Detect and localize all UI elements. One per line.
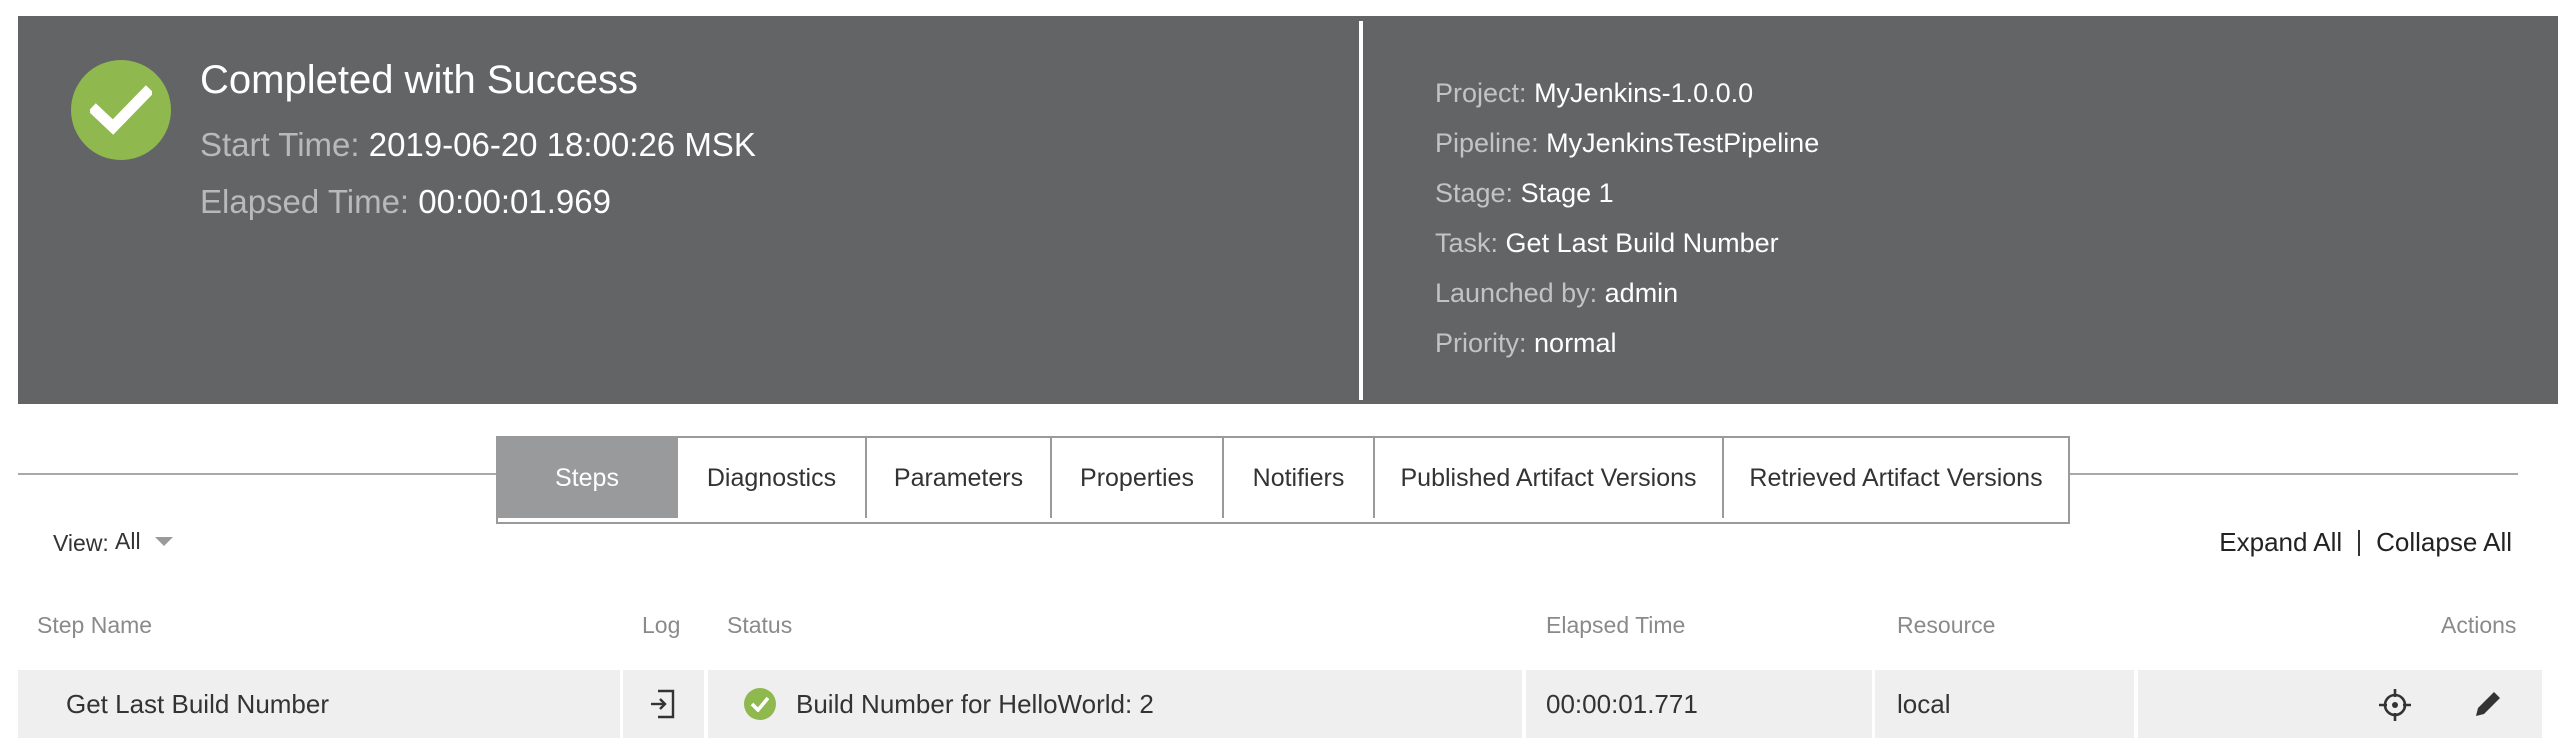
crosshair-icon[interactable] — [2378, 688, 2412, 722]
status-message: Build Number for HelloWorld: 2 — [796, 688, 1154, 719]
elapsed-time: Elapsed Time: 00:00:01.969 — [200, 183, 611, 221]
tab-published-artifact-versions[interactable]: Published Artifact Versions — [1375, 438, 1724, 518]
pipeline-label: Pipeline: — [1435, 128, 1539, 158]
tab-notifiers[interactable]: Notifiers — [1224, 438, 1375, 518]
status-cell: Build Number for HelloWorld: 2 — [708, 670, 1522, 738]
launched-by-value: admin — [1604, 278, 1679, 308]
header-status: Status — [727, 612, 793, 638]
elapsed-time-value: 00:00:01.969 — [418, 183, 611, 220]
elapsed-time-cell: 00:00:01.771 — [1526, 670, 1872, 738]
project-info: Project: MyJenkins-1.0.0.0 — [1435, 78, 1753, 109]
tab-retrieved-artifact-versions[interactable]: Retrieved Artifact Versions — [1724, 438, 2068, 518]
project-label: Project: — [1435, 78, 1527, 108]
actions-cell — [2138, 670, 2542, 738]
job-status-section: Completed with Success Start Time: 2019-… — [18, 16, 1362, 404]
collapse-all-link[interactable]: Collapse All — [2376, 527, 2512, 558]
log-file-icon[interactable] — [649, 688, 679, 720]
task-info: Task: Get Last Build Number — [1435, 228, 1779, 259]
project-value: MyJenkins-1.0.0.0 — [1534, 78, 1754, 108]
stage-value: Stage 1 — [1520, 178, 1614, 208]
pencil-icon[interactable] — [2472, 688, 2504, 720]
pipeline-info: Pipeline: MyJenkinsTestPipeline — [1435, 128, 1819, 159]
task-value: Get Last Build Number — [1505, 228, 1779, 258]
header-actions: Actions — [2441, 612, 2517, 638]
launched-by-info: Launched by: admin — [1435, 278, 1678, 309]
row-elapsed-time: 00:00:01.771 — [1546, 688, 1698, 719]
task-label: Task: — [1435, 228, 1499, 258]
priority-label: Priority: — [1435, 328, 1527, 358]
resource-cell: local — [1875, 670, 2134, 738]
launched-by-label: Launched by: — [1435, 278, 1598, 308]
tab-steps[interactable]: Steps — [498, 438, 678, 518]
table-row: Get Last Build Number Build Number for H… — [18, 670, 2542, 738]
expand-collapse-controls: Expand All Collapse All — [2219, 527, 2512, 558]
chevron-down-icon — [154, 537, 173, 546]
step-name-cell: Get Last Build Number — [18, 670, 620, 738]
stage-label: Stage: — [1435, 178, 1514, 208]
tab-diagnostics[interactable]: Diagnostics — [678, 438, 867, 518]
job-status-title: Completed with Success — [200, 58, 638, 102]
elapsed-time-label: Elapsed Time: — [200, 183, 410, 220]
row-resource: local — [1897, 688, 1951, 719]
header-step-name: Step Name — [37, 612, 153, 638]
view-filter-value: All — [115, 528, 141, 554]
summary-divider — [1359, 21, 1363, 400]
success-check-icon — [71, 60, 171, 160]
job-tabs: Steps Diagnostics Parameters Properties … — [496, 436, 2070, 524]
log-cell — [623, 670, 704, 738]
priority-value: normal — [1534, 328, 1617, 358]
view-label: View: — [53, 530, 109, 556]
start-time: Start Time: 2019-06-20 18:00:26 MSK — [200, 126, 756, 164]
start-time-label: Start Time: — [200, 126, 360, 163]
stage-info: Stage: Stage 1 — [1435, 178, 1614, 209]
step-name: Get Last Build Number — [66, 688, 330, 719]
tab-properties[interactable]: Properties — [1052, 438, 1224, 518]
expand-all-link[interactable]: Expand All — [2219, 527, 2342, 558]
header-elapsed-time: Elapsed Time — [1546, 612, 1686, 638]
header-resource: Resource — [1897, 612, 1996, 638]
job-summary-panel: Completed with Success Start Time: 2019-… — [18, 16, 2558, 404]
check-circle-icon — [744, 688, 776, 720]
header-log: Log — [642, 612, 681, 638]
controls-separator — [2358, 529, 2361, 556]
view-filter-dropdown[interactable]: All — [115, 528, 173, 555]
start-time-value: 2019-06-20 18:00:26 MSK — [368, 126, 756, 163]
priority-info: Priority: normal — [1435, 328, 1617, 359]
tab-parameters[interactable]: Parameters — [867, 438, 1052, 518]
pipeline-value: MyJenkinsTestPipeline — [1546, 128, 1820, 158]
